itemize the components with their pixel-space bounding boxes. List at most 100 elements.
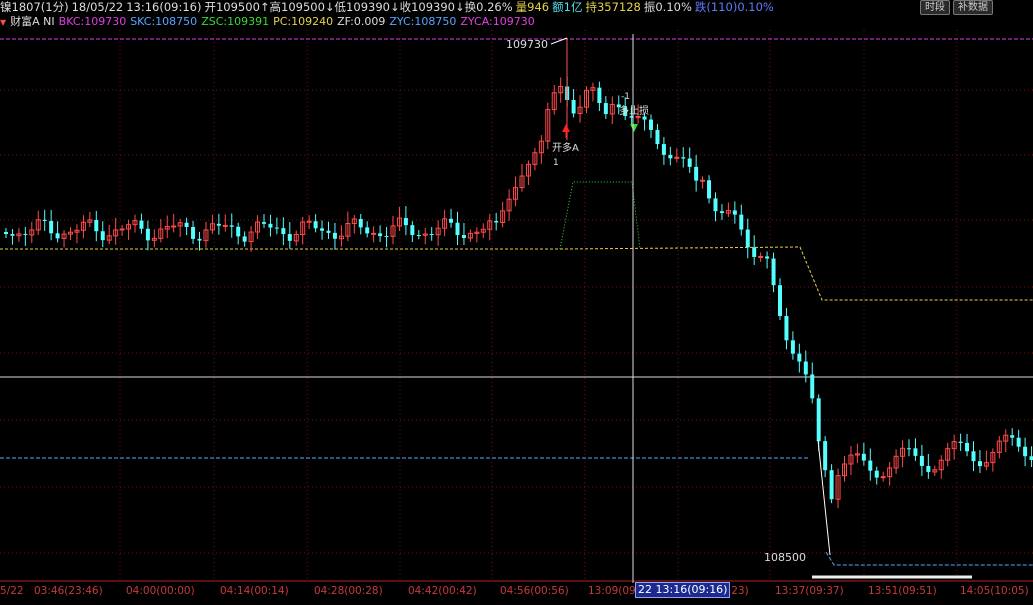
candle-body-down <box>429 234 434 236</box>
candle-body-down <box>184 222 189 227</box>
header-item: 量946 <box>515 0 550 14</box>
candle-body-down <box>829 470 834 500</box>
zsc-line <box>559 181 641 250</box>
header-item: 振0.10% <box>643 0 692 14</box>
candle-body-down <box>971 451 976 462</box>
header-item: 18/05/22 <box>71 0 124 14</box>
quote-header-bar: 镍1807(1分) 18/05/22 13:16(09:16) 开109500↑高10… <box>0 0 1033 15</box>
candle-body-down <box>229 225 234 227</box>
signal-count-label: -1 <box>621 92 630 102</box>
header-item: 跌(110)0.10% <box>694 0 774 14</box>
candle-body-down <box>958 441 963 443</box>
candle-body-up <box>171 225 177 228</box>
supplement-data-button[interactable]: 补数据 <box>953 0 993 15</box>
candle-body-down <box>694 166 699 181</box>
indicator-value: SKC:108750 <box>130 15 198 28</box>
open-long-signal-label: 开多A <box>552 141 579 154</box>
candle-body-down <box>1010 435 1015 438</box>
axis-tick-label: 03:46(23:46) <box>34 585 103 597</box>
candle-body-down <box>752 247 757 257</box>
candle-body-down <box>139 220 144 229</box>
candle-body-up <box>306 220 312 223</box>
candle-body-down <box>55 233 60 239</box>
candle-body-down <box>378 233 383 237</box>
axis-tick-label: 04:42(00:42) <box>408 585 477 597</box>
candle-body-down <box>455 222 460 236</box>
axis-tick-label: 5/22 <box>0 585 24 597</box>
candle-body-down <box>765 256 770 259</box>
candle-body-up <box>371 232 377 235</box>
candle-body-down <box>790 340 795 354</box>
candle-body-down <box>907 448 911 450</box>
candle-body-down <box>10 234 15 236</box>
candle-body-down <box>571 100 576 114</box>
header-item: 开109500↑高109500↓低109390↓收109390↓换0.26% <box>204 0 513 14</box>
candle-body-down <box>739 214 744 230</box>
candle-body-down <box>191 226 196 239</box>
candle-body-down <box>1029 456 1033 461</box>
candle-body-down <box>242 236 247 242</box>
axis-tick-label: 13:51(09:51) <box>868 585 937 597</box>
axis-tick-label: 14:05(10:05) <box>960 585 1029 597</box>
indicator-value: ZYC:108750 <box>389 15 457 28</box>
candle-body-down <box>771 258 776 286</box>
candle-body-up <box>222 224 228 227</box>
pc-line <box>0 246 1033 301</box>
candle-body-down <box>707 180 712 199</box>
axis-tick-label: 04:14(00:14) <box>220 585 289 597</box>
candle-body-down <box>449 218 454 223</box>
axis-tick-label: 13:37(09:37) <box>775 585 844 597</box>
candle-body-down <box>745 229 750 248</box>
candle-body-down <box>977 461 982 467</box>
period-button[interactable]: 时段 <box>920 0 950 15</box>
candle-body-down <box>23 233 28 235</box>
candle-body-down <box>236 226 241 237</box>
candle-body-down <box>732 210 737 215</box>
candle-body-down <box>262 222 266 224</box>
candle-body-down <box>145 228 150 241</box>
candlestick-chart[interactable]: 109730 108500 开多A 1 多止损 -1 <box>0 0 1033 583</box>
candle-body-down <box>913 448 918 456</box>
candle-body-down <box>713 198 718 212</box>
candle-body-down <box>100 231 105 241</box>
candle-body-down <box>668 154 673 159</box>
candle-body-down <box>384 236 389 238</box>
candle-body-down <box>332 232 337 239</box>
candle-body-down <box>197 238 202 241</box>
stop-loss-signal-label: 多止损 <box>619 104 649 117</box>
candle-body-down <box>681 157 686 159</box>
indicator-value: ZF:0.009 <box>337 15 386 28</box>
candle-body-down <box>655 129 660 145</box>
collapse-arrow-icon[interactable]: ▼ <box>0 18 6 27</box>
candle-body-down <box>4 232 8 234</box>
candle-body-down <box>326 230 331 233</box>
candle-body-down <box>216 223 221 226</box>
candle-body-down <box>494 220 499 223</box>
zyc-line <box>825 551 1033 566</box>
candle-body-down <box>687 158 692 167</box>
candle-body-down <box>358 218 363 228</box>
candle-body-down <box>874 470 879 478</box>
candle-body-down <box>268 223 273 228</box>
indicator-value: ZSC:109391 <box>201 15 270 28</box>
candle-body-down <box>719 211 724 214</box>
candle-body-down <box>313 221 318 229</box>
candle-body-down <box>661 144 666 155</box>
candle-body-down <box>416 235 421 237</box>
header-item: 镍1807(1分) <box>0 0 69 14</box>
header-item: 额1亿 <box>552 0 583 14</box>
indicator-value: PC:109240 <box>273 15 334 28</box>
time-axis: 5/22 03:46(23:46) 04:00(00:00) 04:14(00:14)… <box>0 582 1033 605</box>
candle-body-down <box>281 228 286 235</box>
indicator-name[interactable]: 财富A NI <box>10 15 55 28</box>
candle-body-down <box>410 225 415 236</box>
axis-tick-label: 04:56(00:56) <box>500 585 569 597</box>
candle-body-down <box>42 219 47 221</box>
indicator-value: BKC:109730 <box>58 15 127 28</box>
signal-count-label: 1 <box>553 158 559 168</box>
candle-body-down <box>810 374 815 399</box>
header-item: 持357128 <box>585 0 641 14</box>
candle-body-down <box>403 218 408 226</box>
candle-body-down <box>597 87 602 104</box>
candle-body-down <box>803 361 808 375</box>
